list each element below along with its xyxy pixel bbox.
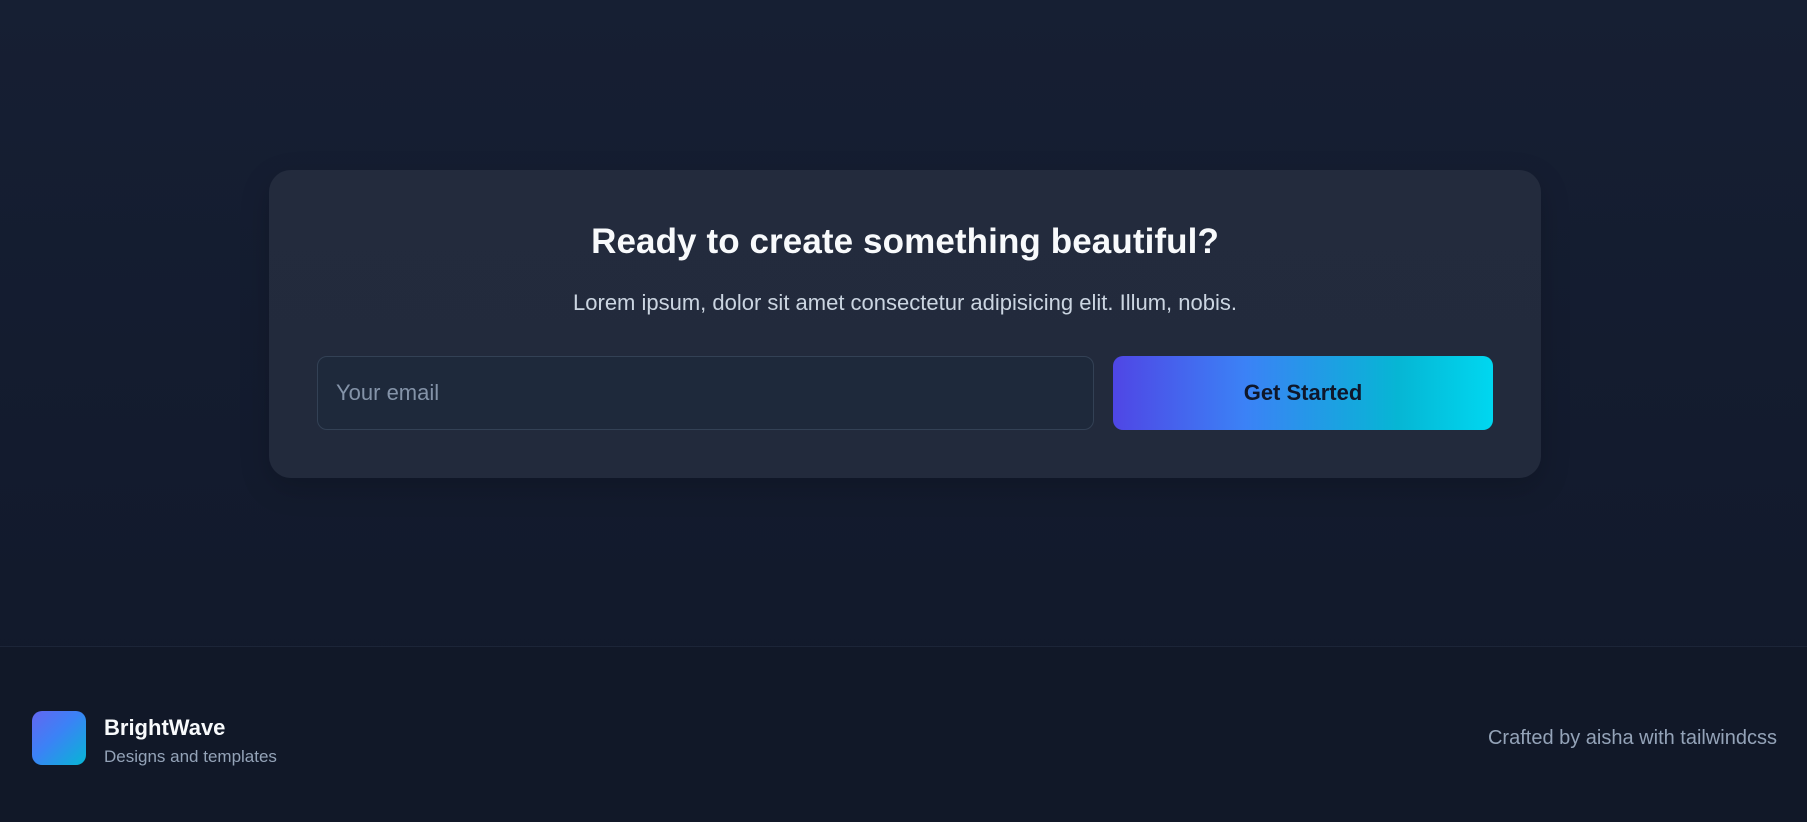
cta-subtitle: Lorem ipsum, dolor sit amet consectetur … xyxy=(573,290,1237,315)
cta-card: Ready to create something beautiful? Lor… xyxy=(269,170,1541,478)
email-input[interactable] xyxy=(317,356,1094,430)
brand-tagline: Designs and templates xyxy=(104,747,277,766)
footer-credit: Crafted by aisha with tailwindcss xyxy=(1487,727,1777,749)
cta-section: Ready to create something beautiful? Lor… xyxy=(0,0,1807,646)
get-started-button[interactable]: Get Started xyxy=(1113,356,1493,430)
page: Ready to create something beautiful? Lor… xyxy=(0,0,1807,822)
footer: BrightWave Designs and templates Crafted… xyxy=(0,646,1807,822)
brand-logo-icon[interactable] xyxy=(32,711,86,765)
brand-name[interactable]: BrightWave xyxy=(104,715,225,741)
cta-title: Ready to create something beautiful? xyxy=(591,222,1219,261)
